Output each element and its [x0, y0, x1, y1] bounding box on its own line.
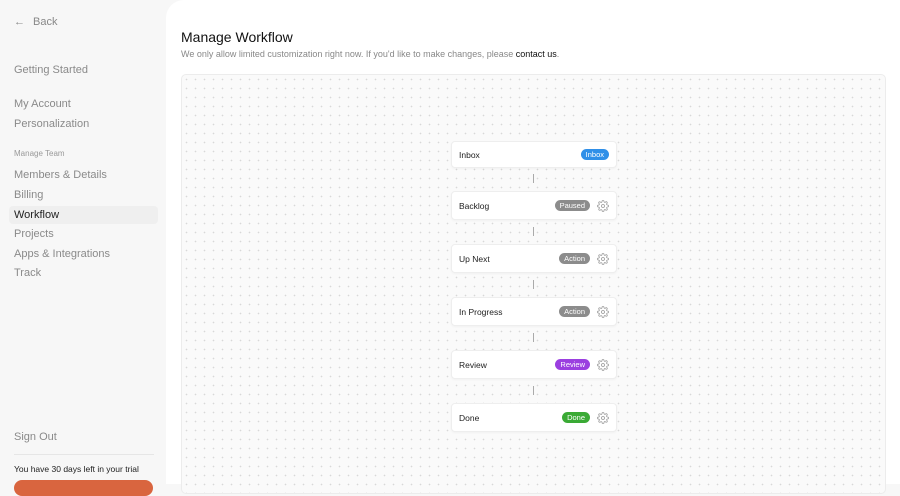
nav-track[interactable]: Track	[14, 267, 41, 279]
gear-icon[interactable]	[597, 305, 609, 318]
arrow-left-icon: ←	[14, 16, 25, 28]
workflow-connector	[533, 386, 534, 395]
nav-getting-started[interactable]: Getting Started	[14, 64, 88, 76]
workflow-connector	[533, 333, 534, 342]
status-badge: Inbox	[580, 149, 609, 160]
nav-my-account[interactable]: My Account	[14, 98, 71, 110]
contact-us-link[interactable]: contact us	[516, 49, 557, 59]
page-title: Manage Workflow	[181, 29, 293, 45]
main-panel: Manage Workflow We only allow limited cu…	[166, 0, 900, 494]
status-badge: Done	[562, 412, 590, 423]
workflow-step[interactable]: Done Done	[451, 403, 617, 432]
workflow-step[interactable]: Backlog Paused	[451, 191, 617, 220]
sidebar: ← Back Getting Started My Account Persona…	[0, 0, 166, 496]
section-manage-team: Manage Team	[14, 149, 65, 158]
workflow-connector	[533, 280, 534, 289]
gear-icon[interactable]	[597, 199, 609, 212]
upgrade-button[interactable]	[14, 480, 153, 496]
gear-icon[interactable]	[597, 252, 609, 265]
status-badge: Action	[559, 253, 590, 264]
divider	[14, 454, 154, 455]
trial-notice: You have 30 days left in your trial	[14, 464, 139, 474]
nav-apps[interactable]: Apps & Integrations	[14, 248, 110, 260]
step-name: In Progress	[459, 306, 503, 317]
back-button[interactable]: ← Back	[14, 16, 57, 28]
step-name: Done	[459, 412, 480, 423]
status-badge: Review	[555, 359, 590, 370]
step-name: Review	[459, 359, 487, 370]
workflow-step[interactable]: Up Next Action	[451, 244, 617, 273]
status-badge: Action	[559, 306, 590, 317]
status-badge: Paused	[554, 200, 590, 211]
workflow-step[interactable]: Inbox Inbox	[451, 141, 617, 168]
gear-icon[interactable]	[597, 358, 609, 371]
nav-billing[interactable]: Billing	[14, 189, 43, 201]
step-name: Up Next	[459, 253, 490, 264]
step-name: Inbox	[459, 149, 480, 160]
workflow-connector	[533, 174, 534, 183]
nav-personalization[interactable]: Personalization	[14, 118, 89, 130]
nav-projects[interactable]: Projects	[14, 228, 54, 240]
gear-icon[interactable]	[597, 411, 609, 424]
workflow-canvas: Inbox Inbox Backlog Paused Up Next Action In P…	[181, 74, 886, 494]
step-name: Backlog	[459, 200, 490, 211]
nav-workflow[interactable]: Workflow	[9, 206, 158, 224]
nav-members[interactable]: Members & Details	[14, 169, 107, 181]
page-subtitle: We only allow limited customization righ…	[181, 49, 560, 59]
sign-out-link[interactable]: Sign Out	[14, 431, 57, 443]
workflow-step[interactable]: Review Review	[451, 350, 617, 379]
workflow-step[interactable]: In Progress Action	[451, 297, 617, 326]
workflow-connector	[533, 227, 534, 236]
